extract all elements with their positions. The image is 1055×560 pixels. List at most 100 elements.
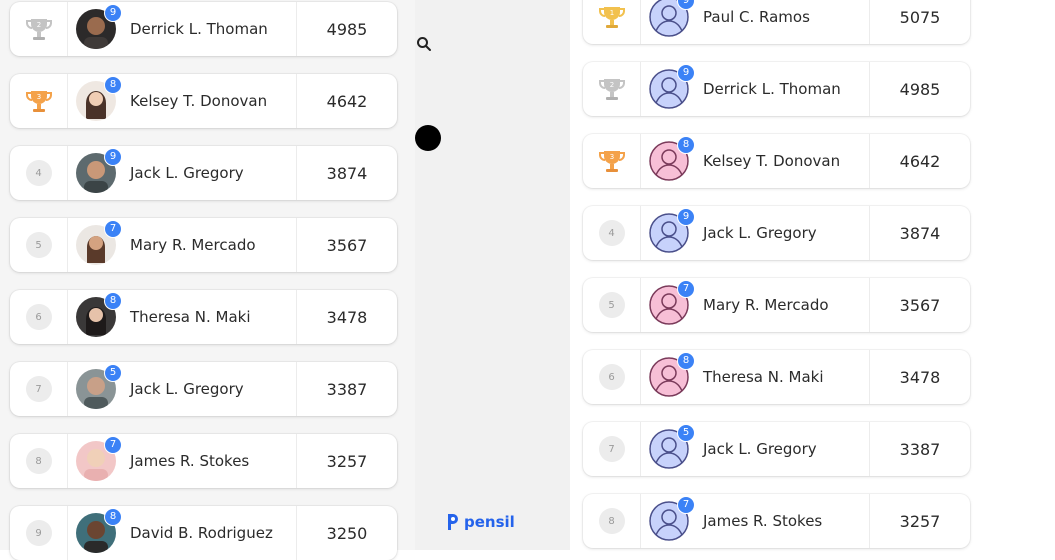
avatar[interactable]: 9 <box>649 64 695 109</box>
pensil-logo-icon <box>448 514 458 530</box>
rank-number: 6 <box>598 364 625 390</box>
rank-cell: 7 <box>583 422 641 476</box>
level-badge: 7 <box>104 436 122 454</box>
leaderboard-row[interactable]: 8 7 James R. Stokes 3257 <box>583 494 970 548</box>
svg-text:3: 3 <box>36 93 40 101</box>
level-badge: 9 <box>677 64 695 82</box>
leaderboard-right-panel: 1 9 Paul C. Ramos 5075 2 9 Derrick L. Th… <box>570 0 1055 550</box>
avatar[interactable]: 8 <box>649 352 695 397</box>
avatar[interactable]: 5 <box>649 424 695 469</box>
level-badge: 8 <box>104 508 122 526</box>
rank-cell: 5 <box>583 278 641 332</box>
avatar[interactable]: 7 <box>76 220 122 265</box>
level-badge: 8 <box>104 292 122 310</box>
level-badge: 9 <box>677 208 695 226</box>
rank-cell: 7 <box>10 362 68 416</box>
canvas-gutter <box>415 0 570 550</box>
avatar[interactable]: 7 <box>649 496 695 541</box>
member-name: Derrick L. Thoman <box>130 20 268 38</box>
silver-trophy-icon: 2 <box>598 79 625 100</box>
member-name: Jack L. Gregory <box>703 440 817 458</box>
level-badge: 8 <box>104 76 122 94</box>
avatar[interactable]: 7 <box>76 436 122 481</box>
leaderboard-row[interactable]: 5 7 Mary R. Mercado 3567 <box>583 278 970 332</box>
rank-cell: 2 <box>583 62 641 116</box>
rank-number: 5 <box>25 232 52 258</box>
member-name: Theresa N. Maki <box>130 308 251 326</box>
rank-cell: 3 <box>10 74 68 128</box>
rank-number: 6 <box>25 304 52 330</box>
score: 3250 <box>296 506 397 560</box>
score: 4642 <box>869 134 970 188</box>
brand-name: pensil <box>464 513 515 531</box>
bronze-trophy-icon: 3 <box>25 91 52 112</box>
level-badge: 9 <box>104 148 122 166</box>
rank-number: 8 <box>598 508 625 534</box>
level-badge: 9 <box>104 4 122 22</box>
svg-text:2: 2 <box>609 81 613 89</box>
bronze-trophy-icon: 3 <box>598 151 625 172</box>
rank-cell: 6 <box>10 290 68 344</box>
search-icon[interactable] <box>416 36 432 52</box>
member-name: James R. Stokes <box>130 452 250 470</box>
leaderboard-row[interactable]: 1 9 Paul C. Ramos 5075 <box>583 0 970 44</box>
score: 4642 <box>296 74 397 128</box>
member-name: Derrick L. Thoman <box>703 80 841 98</box>
rank-cell: 4 <box>10 146 68 200</box>
member-name: Kelsey T. Donovan <box>130 92 268 110</box>
leaderboard-row[interactable]: 7 5 Jack L. Gregory 3387 <box>10 362 397 416</box>
rank-cell: 8 <box>10 434 68 488</box>
rank-number: 7 <box>598 436 625 462</box>
leaderboard-row[interactable]: 3 8 Kelsey T. Donovan 4642 <box>10 74 397 128</box>
level-badge: 7 <box>677 496 695 514</box>
avatar[interactable]: 8 <box>76 292 122 337</box>
avatar[interactable]: 8 <box>649 136 695 181</box>
pensil-logo[interactable]: pensil <box>445 512 515 532</box>
rank-cell: 6 <box>583 350 641 404</box>
score: 3257 <box>869 494 970 548</box>
rank-number: 4 <box>598 220 625 246</box>
score: 3387 <box>296 362 397 416</box>
rank-cell: 8 <box>583 494 641 548</box>
member-name: Kelsey T. Donovan <box>703 152 841 170</box>
avatar[interactable]: 9 <box>649 208 695 253</box>
leaderboard-row[interactable]: 4 9 Jack L. Gregory 3874 <box>583 206 970 260</box>
silver-trophy-icon: 2 <box>25 19 52 40</box>
leaderboard-row[interactable]: 8 7 James R. Stokes 3257 <box>10 434 397 488</box>
avatar[interactable]: 8 <box>76 76 122 121</box>
avatar[interactable]: 8 <box>76 508 122 553</box>
avatar[interactable]: 9 <box>76 148 122 193</box>
avatar[interactable]: 9 <box>76 4 122 49</box>
level-badge: 7 <box>104 220 122 238</box>
leaderboard-row[interactable]: 6 8 Theresa N. Maki 3478 <box>583 350 970 404</box>
score: 3478 <box>869 350 970 404</box>
member-name: Paul C. Ramos <box>703 8 810 26</box>
rank-cell: 4 <box>583 206 641 260</box>
member-name: David B. Rodriguez <box>130 524 273 542</box>
rank-number: 7 <box>25 376 52 402</box>
member-name: Jack L. Gregory <box>130 164 244 182</box>
score: 3874 <box>296 146 397 200</box>
leaderboard-row[interactable]: 2 9 Derrick L. Thoman 4985 <box>583 62 970 116</box>
rank-cell: 9 <box>10 506 68 560</box>
svg-text:1: 1 <box>609 9 613 17</box>
score: 3478 <box>296 290 397 344</box>
avatar[interactable]: 5 <box>76 364 122 409</box>
avatar[interactable]: 7 <box>649 280 695 325</box>
leaderboard-row[interactable]: 5 7 Mary R. Mercado 3567 <box>10 218 397 272</box>
score: 3567 <box>296 218 397 272</box>
rank-number: 8 <box>25 448 52 474</box>
avatar[interactable]: 9 <box>649 0 695 37</box>
leaderboard-row[interactable]: 2 9 Derrick L. Thoman 4985 <box>10 2 397 56</box>
score: 4985 <box>296 2 397 56</box>
leaderboard-row[interactable]: 7 5 Jack L. Gregory 3387 <box>583 422 970 476</box>
leaderboard-row[interactable]: 9 8 David B. Rodriguez 3250 <box>10 506 397 560</box>
level-badge: 5 <box>104 364 122 382</box>
level-badge: 8 <box>677 352 695 370</box>
gold-trophy-icon: 1 <box>598 7 625 28</box>
score: 3874 <box>869 206 970 260</box>
score: 5075 <box>869 0 970 44</box>
leaderboard-row[interactable]: 4 9 Jack L. Gregory 3874 <box>10 146 397 200</box>
leaderboard-row[interactable]: 6 8 Theresa N. Maki 3478 <box>10 290 397 344</box>
leaderboard-row[interactable]: 3 8 Kelsey T. Donovan 4642 <box>583 134 970 188</box>
